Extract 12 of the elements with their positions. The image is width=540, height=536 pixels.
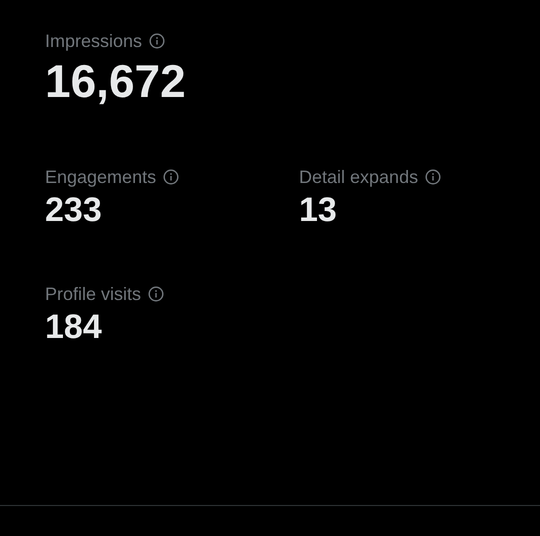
info-icon[interactable] [163,169,180,185]
metric-value: 233 [45,191,102,229]
info-icon[interactable] [148,286,164,302]
metric-label: Profile visits [45,283,142,305]
metric-value: 16,672 [45,55,186,107]
metric-label: Engagements [45,166,156,188]
metric-label: Detail expands [299,166,418,188]
metric-value: 13 [299,191,337,229]
info-icon[interactable] [425,169,442,185]
metric-value: 184 [45,308,102,346]
metric-label: Impressions [45,30,142,52]
info-icon[interactable] [149,33,166,49]
